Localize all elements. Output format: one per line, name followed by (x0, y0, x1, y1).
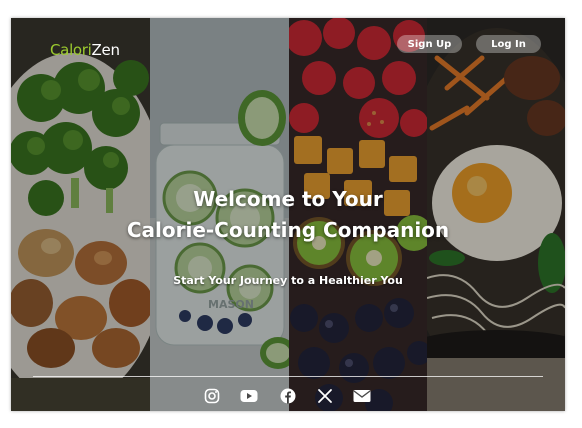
footer-divider (33, 376, 543, 377)
hero-title-line1: Welcome to Your (193, 187, 383, 211)
x-icon[interactable] (316, 387, 334, 405)
hero-subtitle: Start Your Journey to a Healthier You (173, 274, 403, 287)
instagram-icon[interactable] (203, 387, 221, 405)
hero-title-line2: Calorie-Counting Companion (126, 218, 450, 242)
logo-part-calori: Calori (50, 41, 92, 59)
brand-logo[interactable]: CaloriZen (50, 41, 120, 59)
mail-icon[interactable] (353, 387, 371, 405)
facebook-icon[interactable] (279, 387, 297, 405)
signup-button[interactable]: Sign Up (397, 35, 462, 53)
hero-section: MASON CaloriZen Sign Up Log In Welcome t… (11, 18, 565, 411)
hero-title: Welcome to Your Calorie-Counting Compani… (11, 184, 565, 246)
youtube-icon[interactable] (240, 387, 258, 405)
login-button[interactable]: Log In (476, 35, 541, 53)
logo-part-zen: Zen (91, 41, 120, 59)
